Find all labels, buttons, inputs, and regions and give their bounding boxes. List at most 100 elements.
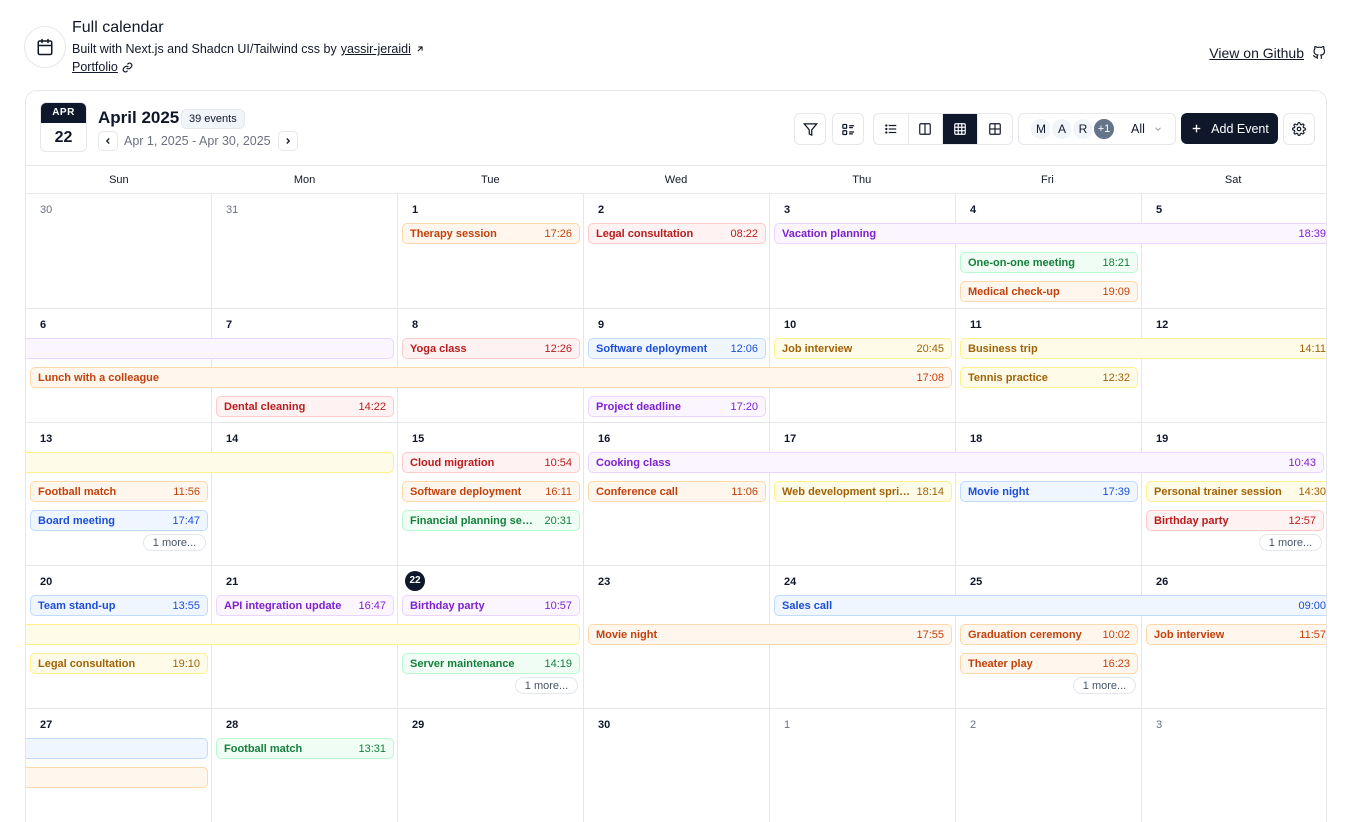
week-row: 20 21 22 23 24 25 26 Team stand-up 13:55 API inte… [26, 566, 1326, 709]
event-title: Team stand-up [38, 599, 116, 612]
event-time: 16:23 [1102, 657, 1130, 670]
event-chip[interactable]: Team stand-up 13:55 [30, 595, 208, 616]
event-chip[interactable]: API integration update 16:47 [216, 595, 394, 616]
author-link[interactable]: yassir-jeraidi [341, 42, 411, 56]
event-time: 17:26 [544, 227, 572, 240]
event-chip[interactable]: Theater play 16:23 [960, 653, 1138, 674]
event-chip[interactable]: Job interview 11:57 [1146, 624, 1326, 645]
event-chip[interactable]: Server maintenance 14:19 [402, 653, 580, 674]
event-chip[interactable]: Conference call 11:06 [588, 481, 766, 502]
event-chip[interactable]: Sales call 09:00 [774, 595, 1326, 616]
event-chip[interactable]: Dental cleaning 14:22 [216, 396, 394, 417]
event-chip[interactable]: Project deadline 17:20 [588, 396, 766, 417]
event-chip[interactable]: Graduation ceremony 10:02 [960, 624, 1138, 645]
event-time: 16:11 [545, 485, 572, 498]
event-chip[interactable]: Tennis practice 12:32 [960, 367, 1138, 388]
event-chip[interactable]: Vacation planning 18:39 [774, 223, 1326, 244]
event-chip[interactable]: Yoga class 12:26 [402, 338, 580, 359]
day-cell[interactable]: 1 [770, 709, 956, 822]
event-title: Movie night [596, 628, 658, 641]
view-day-button[interactable] [874, 114, 909, 144]
view-year-button[interactable] [978, 114, 1012, 144]
event-chip[interactable] [26, 624, 580, 645]
event-chip[interactable]: Legal consultation 08:22 [588, 223, 766, 244]
event-chip[interactable]: Birthday party 10:57 [402, 595, 580, 616]
external-link-icon [417, 46, 423, 52]
day-cell[interactable]: 5 [1142, 194, 1326, 308]
event-title: Birthday party [1154, 514, 1229, 527]
event-time: 10:43 [1288, 456, 1316, 469]
event-chip[interactable]: Lunch with a colleague 17:08 [30, 367, 952, 388]
gear-icon [1292, 122, 1306, 136]
day-cell[interactable]: 6 [26, 309, 212, 422]
event-chip[interactable]: Business trip 14:11 [960, 338, 1326, 359]
event-time: 12:57 [1288, 514, 1316, 527]
event-chip[interactable] [26, 767, 208, 788]
event-chip[interactable]: Job interview 20:45 [774, 338, 952, 359]
day-number: 30 [598, 719, 611, 731]
event-chip[interactable]: Web development sprint... 18:14 [774, 481, 952, 502]
event-chip[interactable]: Movie night 17:39 [960, 481, 1138, 502]
event-chip[interactable] [26, 738, 208, 759]
event-title: Football match [224, 742, 303, 755]
event-time: 17:20 [730, 400, 758, 413]
filter-button[interactable] [794, 113, 826, 145]
day-cell[interactable]: 2 [584, 194, 770, 308]
event-chip[interactable] [26, 338, 394, 359]
chevron-left-icon [105, 138, 110, 144]
event-chip[interactable]: Cooking class 10:43 [588, 452, 1324, 473]
weekday-label: Tue [481, 174, 500, 186]
event-chip[interactable]: Legal consultation 19:10 [30, 653, 208, 674]
event-chip[interactable]: Movie night 17:55 [588, 624, 952, 645]
day-cell[interactable]: 29 [398, 709, 584, 822]
event-chip[interactable]: Software deployment 12:06 [588, 338, 766, 359]
event-chip[interactable]: Financial planning session 20:31 [402, 510, 580, 531]
event-title: Financial planning session [410, 514, 539, 527]
event-title: Project deadline [596, 400, 681, 413]
day-cell[interactable]: 30 [584, 709, 770, 822]
more-events-button[interactable]: 1 more... [1073, 677, 1136, 694]
event-chip[interactable]: One-on-one meeting 18:21 [960, 252, 1138, 273]
event-chip[interactable]: Personal trainer session 14:30 [1146, 481, 1326, 502]
event-chip[interactable]: Software deployment 16:11 [402, 481, 580, 502]
next-month-button[interactable] [278, 131, 298, 151]
event-chip[interactable]: Therapy session 17:26 [402, 223, 580, 244]
portfolio-link[interactable]: Portfolio [72, 60, 118, 74]
event-chip[interactable]: Football match 11:56 [30, 481, 208, 502]
more-events-button[interactable]: 1 more... [1259, 534, 1322, 551]
user-filter-select[interactable]: M A R +1 All [1018, 113, 1176, 145]
prev-month-button[interactable] [98, 131, 118, 151]
event-title: Dental cleaning [224, 400, 306, 413]
event-chip[interactable]: Football match 13:31 [216, 738, 394, 759]
day-cell[interactable]: 8 [398, 309, 584, 422]
day-cell[interactable]: 2 [956, 709, 1142, 822]
weekday-label: Wed [664, 174, 688, 186]
agenda-toggle-button[interactable] [832, 113, 864, 145]
settings-button[interactable] [1283, 113, 1315, 145]
day-cell[interactable]: 1 [398, 194, 584, 308]
day-cell[interactable]: 3 [1142, 709, 1326, 822]
event-chip[interactable]: Cloud migration 10:54 [402, 452, 580, 473]
more-events-button[interactable]: 1 more... [515, 677, 578, 694]
day-cell[interactable]: 27 [26, 709, 212, 822]
day-cell[interactable]: 31 [212, 194, 398, 308]
chevron-right-icon [286, 138, 291, 144]
day-number: 18 [970, 433, 983, 445]
day-cell[interactable]: 11 [956, 309, 1142, 422]
view-week-button[interactable] [909, 114, 943, 144]
event-chip[interactable] [26, 452, 394, 473]
day-cell[interactable]: 28 [212, 709, 398, 822]
event-chip[interactable]: Birthday party 12:57 [1146, 510, 1324, 531]
more-events-button[interactable]: 1 more... [143, 534, 206, 551]
day-cell[interactable]: 14 [212, 423, 398, 565]
day-number: 24 [784, 576, 797, 588]
github-link[interactable]: View on Github [1209, 45, 1326, 61]
view-month-button[interactable] [943, 114, 978, 144]
day-cell[interactable]: 30 [26, 194, 212, 308]
day-cell[interactable]: 10 [770, 309, 956, 422]
add-event-button[interactable]: Add Event [1181, 113, 1278, 144]
day-cell[interactable]: 3 [770, 194, 956, 308]
event-chip[interactable]: Board meeting 17:47 [30, 510, 208, 531]
day-cell[interactable]: 12 [1142, 309, 1326, 422]
event-chip[interactable]: Medical check-up 19:09 [960, 281, 1138, 302]
